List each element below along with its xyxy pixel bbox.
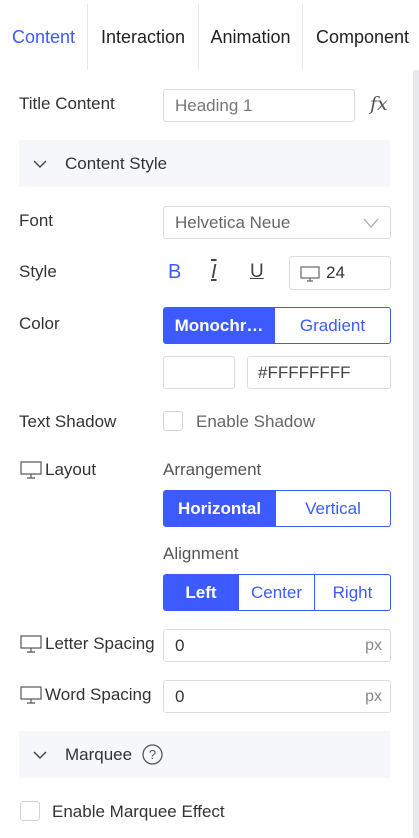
vertical-scrollbar[interactable]	[413, 70, 419, 838]
color-label: Color	[19, 314, 60, 333]
tab-bar: Content Interaction Animation Component	[0, 4, 419, 70]
arrangement-horizontal[interactable]: Horizontal	[163, 490, 276, 527]
title-content-input[interactable]: Heading 1	[163, 89, 355, 122]
enable-marquee-label: Enable Marquee Effect	[52, 802, 225, 821]
monitor-icon	[20, 635, 42, 653]
word-spacing-input[interactable]: 0 px	[163, 680, 391, 713]
style-label: Style	[19, 262, 57, 281]
tab-component[interactable]: Component	[303, 4, 419, 70]
arrangement-label: Arrangement	[163, 460, 262, 479]
underline-button[interactable]: U	[250, 261, 264, 283]
text-shadow-label: Text Shadow	[19, 412, 117, 431]
tab-component-label: Component	[316, 26, 410, 47]
tab-interaction-label: Interaction	[100, 26, 186, 47]
tab-content[interactable]: Content	[0, 4, 88, 70]
italic-button[interactable]: I	[211, 261, 217, 284]
marquee-header[interactable]: Marquee ?	[19, 731, 390, 778]
word-spacing-value: 0	[175, 686, 185, 706]
alignment-left[interactable]: Left	[163, 574, 239, 611]
alignment-center[interactable]: Center	[239, 574, 315, 611]
chevron-down-icon	[363, 218, 379, 228]
enable-marquee-checkbox[interactable]	[20, 801, 40, 821]
color-swatch[interactable]	[163, 356, 235, 389]
tab-interaction[interactable]: Interaction	[88, 4, 199, 70]
title-content-value: Heading 1	[175, 95, 253, 115]
monitor-icon	[20, 686, 42, 704]
title-content-label: Title Content	[19, 94, 115, 113]
tab-content-label: Content	[11, 26, 76, 47]
fx-icon[interactable]: fx	[370, 93, 388, 115]
chevron-down-icon	[33, 751, 47, 759]
letter-spacing-value: 0	[175, 635, 185, 655]
color-mode-gradient[interactable]: Gradient	[275, 307, 391, 344]
word-spacing-label: Word Spacing	[45, 685, 152, 704]
monitor-icon	[300, 266, 320, 282]
marquee-title: Marquee	[65, 744, 133, 764]
layout-label: Layout	[45, 460, 97, 479]
color-hex-value: #FFFFFFFF	[258, 362, 351, 382]
content-style-header[interactable]: Content Style	[19, 140, 390, 187]
color-mode-monochrome[interactable]: Monochr…	[163, 307, 275, 344]
alignment-toggle: Left Center Right	[163, 574, 391, 611]
arrangement-toggle: Horizontal Vertical	[163, 490, 391, 527]
letter-spacing-unit: px	[365, 636, 382, 654]
word-spacing-unit: px	[365, 687, 382, 705]
font-size-input[interactable]: 24	[289, 256, 391, 290]
chevron-down-icon	[33, 160, 47, 168]
alignment-label: Alignment	[163, 544, 239, 563]
enable-shadow-label: Enable Shadow	[196, 412, 316, 431]
enable-shadow-checkbox[interactable]	[163, 411, 183, 431]
monitor-icon	[20, 461, 42, 479]
font-select[interactable]: Helvetica Neue	[163, 206, 391, 239]
svg-text:?: ?	[149, 747, 156, 762]
alignment-right[interactable]: Right	[315, 574, 391, 611]
scrollbar-thumb[interactable]	[413, 70, 419, 838]
font-label: Font	[19, 211, 54, 230]
font-select-value: Helvetica Neue	[175, 212, 291, 232]
tab-animation-label: Animation	[210, 26, 291, 47]
bold-button[interactable]: B	[168, 261, 181, 284]
tab-animation[interactable]: Animation	[199, 4, 303, 70]
question-circle-icon[interactable]: ?	[142, 744, 163, 765]
color-hex-input[interactable]: #FFFFFFFF	[247, 356, 391, 389]
font-size-value: 24	[326, 263, 345, 282]
color-mode-toggle: Monochr… Gradient	[163, 307, 391, 344]
letter-spacing-input[interactable]: 0 px	[163, 629, 391, 662]
arrangement-vertical[interactable]: Vertical	[276, 490, 391, 527]
content-style-title: Content Style	[65, 153, 168, 173]
letter-spacing-label: Letter Spacing	[45, 634, 155, 653]
